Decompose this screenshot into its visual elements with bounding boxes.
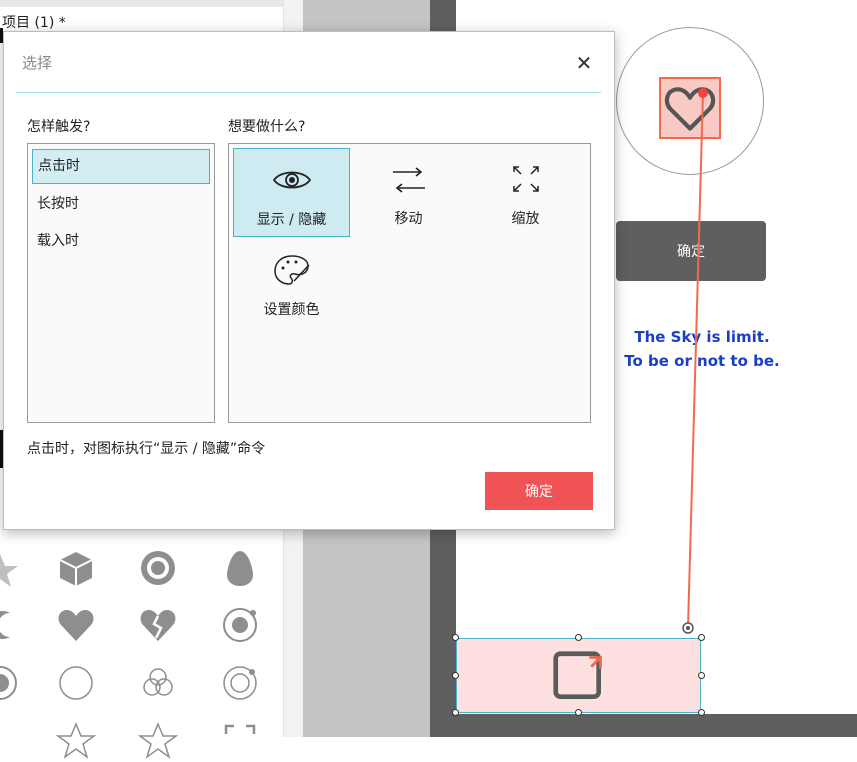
resize-handle[interactable] xyxy=(698,709,705,716)
star-outline-icon[interactable] xyxy=(54,718,98,762)
action-panel: 显示 / 隐藏 移动 缩放 设置颜色 xyxy=(228,143,591,423)
canvas-text-line: The Sky is limit. xyxy=(634,328,770,346)
action-move[interactable]: 移动 xyxy=(350,148,467,237)
moon-icon[interactable] xyxy=(0,603,22,647)
frame-corners-icon[interactable] xyxy=(218,718,262,762)
action-heading: 想要做什么? xyxy=(228,119,306,135)
dialog-divider xyxy=(16,92,601,93)
trigger-list: 点击时 长按时 载入时 xyxy=(27,143,215,423)
resize-handle[interactable] xyxy=(452,672,459,679)
heart-widget[interactable] xyxy=(659,77,721,139)
heart-outline-icon xyxy=(664,87,716,131)
resize-handle[interactable] xyxy=(452,709,459,716)
square-link-icon xyxy=(553,651,602,699)
action-select-dialog: 选择 ✕ 怎样触发? 想要做什么? 点击时 长按时 载入时 显示 / 隐藏 移动… xyxy=(3,31,615,530)
venn-circles-icon[interactable] xyxy=(136,661,180,705)
action-zoom[interactable]: 缩放 xyxy=(467,148,584,237)
eye-icon xyxy=(234,163,349,197)
canvas-frame xyxy=(430,714,857,737)
broken-heart-icon[interactable] xyxy=(136,603,180,647)
heart-icon[interactable] xyxy=(54,603,98,647)
palette-icon xyxy=(233,253,350,287)
move-arrows-icon xyxy=(350,162,467,196)
resize-handle[interactable] xyxy=(575,709,582,716)
trigger-item-click[interactable]: 点击时 xyxy=(32,149,210,184)
action-show-hide[interactable]: 显示 / 隐藏 xyxy=(233,148,350,237)
selected-square-widget[interactable] xyxy=(456,638,701,713)
action-set-color[interactable]: 设置颜色 xyxy=(233,239,350,328)
action-label: 缩放 xyxy=(511,211,540,227)
canvas-text-block[interactable]: The Sky is limit. To be or not to be. xyxy=(616,325,788,373)
resize-handle[interactable] xyxy=(698,672,705,679)
panel-header-strip xyxy=(0,0,302,7)
concentric-circle-icon[interactable] xyxy=(218,661,262,705)
zoom-arrows-icon xyxy=(467,162,584,196)
star-outline-icon[interactable] xyxy=(136,718,180,762)
cube-icon[interactable] xyxy=(54,547,98,591)
close-icon[interactable]: ✕ xyxy=(572,51,596,75)
canvas-text-line: To be or not to be. xyxy=(624,352,780,370)
resize-handle[interactable] xyxy=(452,634,459,641)
target-icon[interactable] xyxy=(136,546,180,590)
trigger-heading: 怎样触发? xyxy=(27,119,91,135)
radio-icon[interactable] xyxy=(0,661,22,705)
egg-icon[interactable] xyxy=(218,546,262,590)
target-outline-icon[interactable] xyxy=(218,603,262,647)
trigger-item-load[interactable]: 载入时 xyxy=(32,224,210,259)
dialog-title: 选择 xyxy=(22,54,53,72)
star-icon[interactable] xyxy=(0,548,22,592)
action-label: 显示 / 隐藏 xyxy=(256,212,327,228)
project-title: 项目 (1) * xyxy=(2,15,66,31)
canvas-confirm-button[interactable]: 确定 xyxy=(616,221,766,281)
action-label: 设置颜色 xyxy=(263,302,320,318)
trigger-item-long-press[interactable]: 长按时 xyxy=(32,187,210,222)
action-label: 移动 xyxy=(394,211,423,227)
status-text: 点击时，对图标执行“显示 / 隐藏”命令 xyxy=(27,441,266,457)
ok-button[interactable]: 确定 xyxy=(485,472,593,510)
circle-outline-icon[interactable] xyxy=(54,661,98,705)
resize-handle[interactable] xyxy=(698,634,705,641)
resize-handle[interactable] xyxy=(575,634,582,641)
